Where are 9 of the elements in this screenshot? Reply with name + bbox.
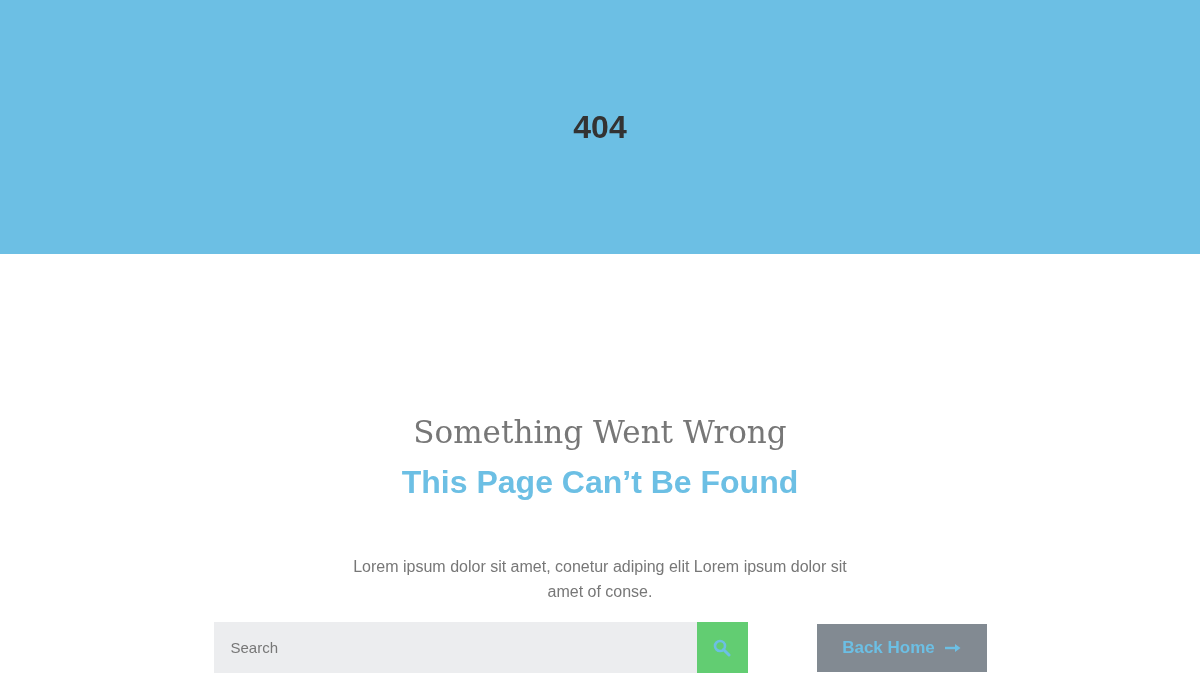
arrow-right-icon	[944, 642, 961, 653]
back-home-button[interactable]: Back Home	[816, 623, 987, 672]
message-text: Lorem ipsum dolor sit amet, conetur adiping elit Lorem ipsum dolor sit amet of conse.	[352, 557, 848, 602]
subtitle: This Page Can’t Be Found	[401, 463, 799, 502]
search-icon	[713, 638, 731, 657]
headline: Something Went Wrong	[413, 413, 787, 452]
search-field[interactable]: Search	[213, 622, 697, 673]
search-button[interactable]	[696, 622, 748, 673]
error-code: 404	[573, 108, 627, 146]
